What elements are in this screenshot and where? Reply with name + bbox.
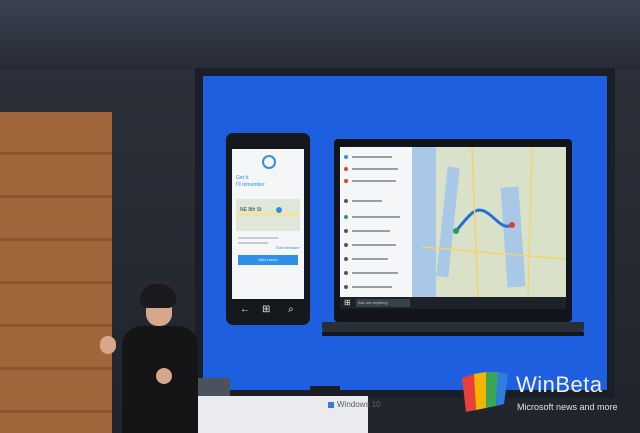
phone-nav-bar: ← ⊞ ⌕ [232,301,304,321]
map-pin-icon [276,207,282,213]
winbeta-logo-icon [462,372,508,412]
laptop-screen: ⊞ Ask me anything [340,147,566,309]
edit-reminder-link[interactable]: Edit reminder [276,245,300,250]
phone-text-line [238,237,278,239]
search-icon[interactable]: ⌕ [288,304,294,315]
map-view[interactable] [412,147,566,297]
presenter-hand [156,368,172,384]
back-icon[interactable]: ← [240,304,250,315]
list-item[interactable] [344,283,406,291]
list-item[interactable] [344,197,406,205]
map-road [236,213,300,216]
cortana-icon [262,155,276,169]
taskbar: ⊞ Ask me anything [340,297,566,309]
list-item[interactable] [344,213,406,221]
windows-icon[interactable]: ⊞ [262,304,270,315]
map-street-label: NE 8th St [240,207,262,213]
list-item[interactable] [344,269,406,277]
phone-text-line [238,242,268,244]
list-item[interactable] [344,227,406,235]
podium-brand: Windows 10 [337,400,381,409]
keynote-photo: Get it. I'll remember NE 8th St Edit rem… [0,0,640,433]
ceiling [0,0,640,70]
add-lunch-button[interactable]: Add Lunch [238,255,298,265]
watermark: WinBeta Microsoft news and more [460,368,640,418]
list-item[interactable] [344,255,406,263]
phone-screen: Get it. I'll remember NE 8th St Edit rem… [232,149,304,299]
directions-sidebar [340,147,412,309]
list-item[interactable] [344,153,406,161]
route-overlay [421,147,566,297]
windows-logo-icon [328,402,334,408]
wood-wall-panel [0,112,112,433]
phone-mini-map: NE 8th St [236,199,300,231]
presenter [100,284,210,433]
list-item[interactable] [344,165,406,173]
watermark-brand: WinBeta [516,372,603,397]
phone-title: Get it. [236,175,250,181]
watermark-tagline: Microsoft news and more [517,402,618,412]
list-item[interactable] [344,177,406,185]
list-item[interactable] [344,241,406,249]
laptop-device: ⊞ Ask me anything [334,139,572,322]
laptop-base-shadow [322,332,584,336]
stage-monitor [310,386,340,396]
windows-icon[interactable]: ⊞ [344,298,351,307]
taskbar-search-box[interactable]: Ask me anything [356,299,410,307]
presenter-hair [140,284,176,308]
presenter-hand [100,336,116,354]
phone-device: Get it. I'll remember NE 8th St Edit rem… [226,133,310,325]
phone-subtitle: I'll remember [236,182,265,188]
